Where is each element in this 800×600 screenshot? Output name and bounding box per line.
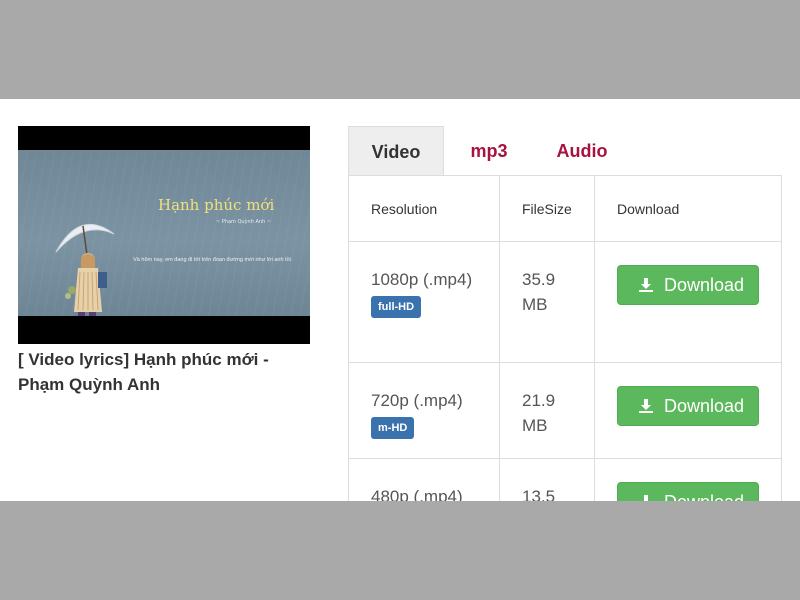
table-row: 480p (.mp4) 13.5 Download (349, 459, 781, 501)
download-label: Download (664, 396, 745, 416)
table-header-row: Resolution FileSize Download (349, 176, 781, 242)
download-button[interactable]: Download (617, 265, 759, 305)
tab-video[interactable]: Video (348, 126, 444, 176)
download-button[interactable]: Download (617, 386, 759, 426)
tab-mp3[interactable]: mp3 (458, 126, 520, 176)
video-title: [ Video lyrics] Hạnh phúc mới - Phạm Quỳ… (18, 350, 269, 394)
top-gray-band (0, 0, 800, 99)
quality-badge: m-HD (371, 417, 415, 439)
download-arrow-icon (639, 278, 653, 292)
download-page: Hạnh phúc mới ~ Phạm Quỳnh Anh ~ Và hôm … (0, 99, 800, 501)
table-row: 1080p (.mp4) full-HD 35.9 MB Download (349, 242, 781, 363)
table-row: 720p (.mp4) m-HD 21.9 MB Download (349, 363, 781, 459)
header-download: Download (617, 201, 680, 217)
thumbnail-image: Hạnh phúc mới ~ Phạm Quỳnh Anh ~ Và hôm … (18, 150, 310, 316)
download-button[interactable]: Download (617, 482, 759, 501)
download-arrow-icon (639, 399, 653, 413)
resolution-value: 720p (.mp4) (371, 391, 463, 410)
bottom-gray-band (0, 501, 800, 600)
thumbnail-title: Hạnh phúc mới (158, 196, 275, 214)
header-filesize: FileSize (522, 201, 572, 217)
download-label: Download (664, 275, 745, 295)
thumbnail-lyric: Và hôm nay, em đang đi tới trên đoạn đườ… (133, 257, 291, 263)
format-tabs: Video mp3 Audio (348, 126, 782, 176)
download-table: Resolution FileSize Download 1080p (.mp4… (348, 175, 782, 501)
girl-with-umbrella-illustration (55, 223, 115, 316)
video-thumbnail[interactable]: Hạnh phúc mới ~ Phạm Quỳnh Anh ~ Và hôm … (18, 126, 310, 344)
resolution-value: 480p (.mp4) (371, 487, 463, 501)
download-label: Download (664, 483, 744, 501)
download-arrow-icon (641, 495, 651, 501)
filesize-value: 21.9 MB (522, 391, 556, 435)
quality-badge: full-HD (371, 296, 422, 318)
filesize-value: 35.9 MB (522, 270, 556, 314)
filesize-value: 13.5 (522, 487, 556, 501)
thumbnail-artist: ~ Phạm Quỳnh Anh ~ (216, 219, 272, 225)
tab-audio[interactable]: Audio (546, 126, 618, 176)
header-resolution: Resolution (371, 201, 438, 217)
resolution-value: 1080p (.mp4) (371, 270, 473, 289)
